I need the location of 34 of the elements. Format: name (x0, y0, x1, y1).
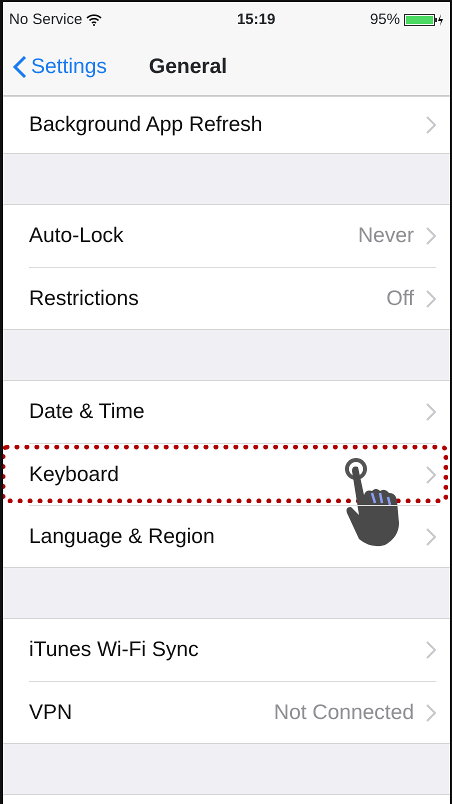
row-value: Off (386, 286, 414, 312)
chevron-icon (426, 466, 436, 484)
settings-row[interactable]: Date & Time (3, 381, 450, 443)
row-label: VPN (29, 700, 74, 726)
chevron-icon (426, 290, 436, 308)
row-label: Auto-Lock (29, 223, 125, 250)
settings-row[interactable]: Background App Refresh (3, 97, 450, 153)
wifi-icon (86, 14, 102, 26)
row-label: Keyboard (29, 462, 120, 488)
settings-row[interactable]: VPN Not Connected (3, 681, 450, 743)
settings-row[interactable]: Auto-Lock Never (3, 205, 450, 267)
row-value: Never (358, 223, 414, 250)
row-value: Not Connected (274, 700, 414, 726)
battery-icon (404, 13, 444, 27)
chevron-icon (426, 116, 436, 134)
settings-row[interactable]: Restrictions Off (3, 267, 450, 329)
battery-percent: 95% (370, 10, 400, 30)
carrier-text: No Service (9, 10, 82, 30)
row-label: iTunes Wi-Fi Sync (29, 637, 200, 664)
row-label: Date & Time (29, 399, 146, 426)
row-label: Background App Refresh (29, 112, 264, 138)
back-button[interactable]: Settings (3, 50, 107, 82)
chevron-icon (426, 528, 436, 546)
chevron-icon (426, 641, 436, 659)
chevron-icon (426, 403, 436, 421)
chevron-icon (426, 227, 436, 245)
settings-row[interactable]: Language & Region (3, 505, 450, 567)
settings-row[interactable]: iTunes Wi-Fi Sync (3, 619, 450, 681)
screen-title: General (148, 54, 228, 80)
chevron-icon (426, 704, 436, 722)
clock-time: 15:19 (236, 10, 276, 30)
row-label: Language & Region (29, 524, 216, 550)
back-chevron-icon (13, 54, 27, 78)
row-label: Restrictions (29, 286, 140, 312)
